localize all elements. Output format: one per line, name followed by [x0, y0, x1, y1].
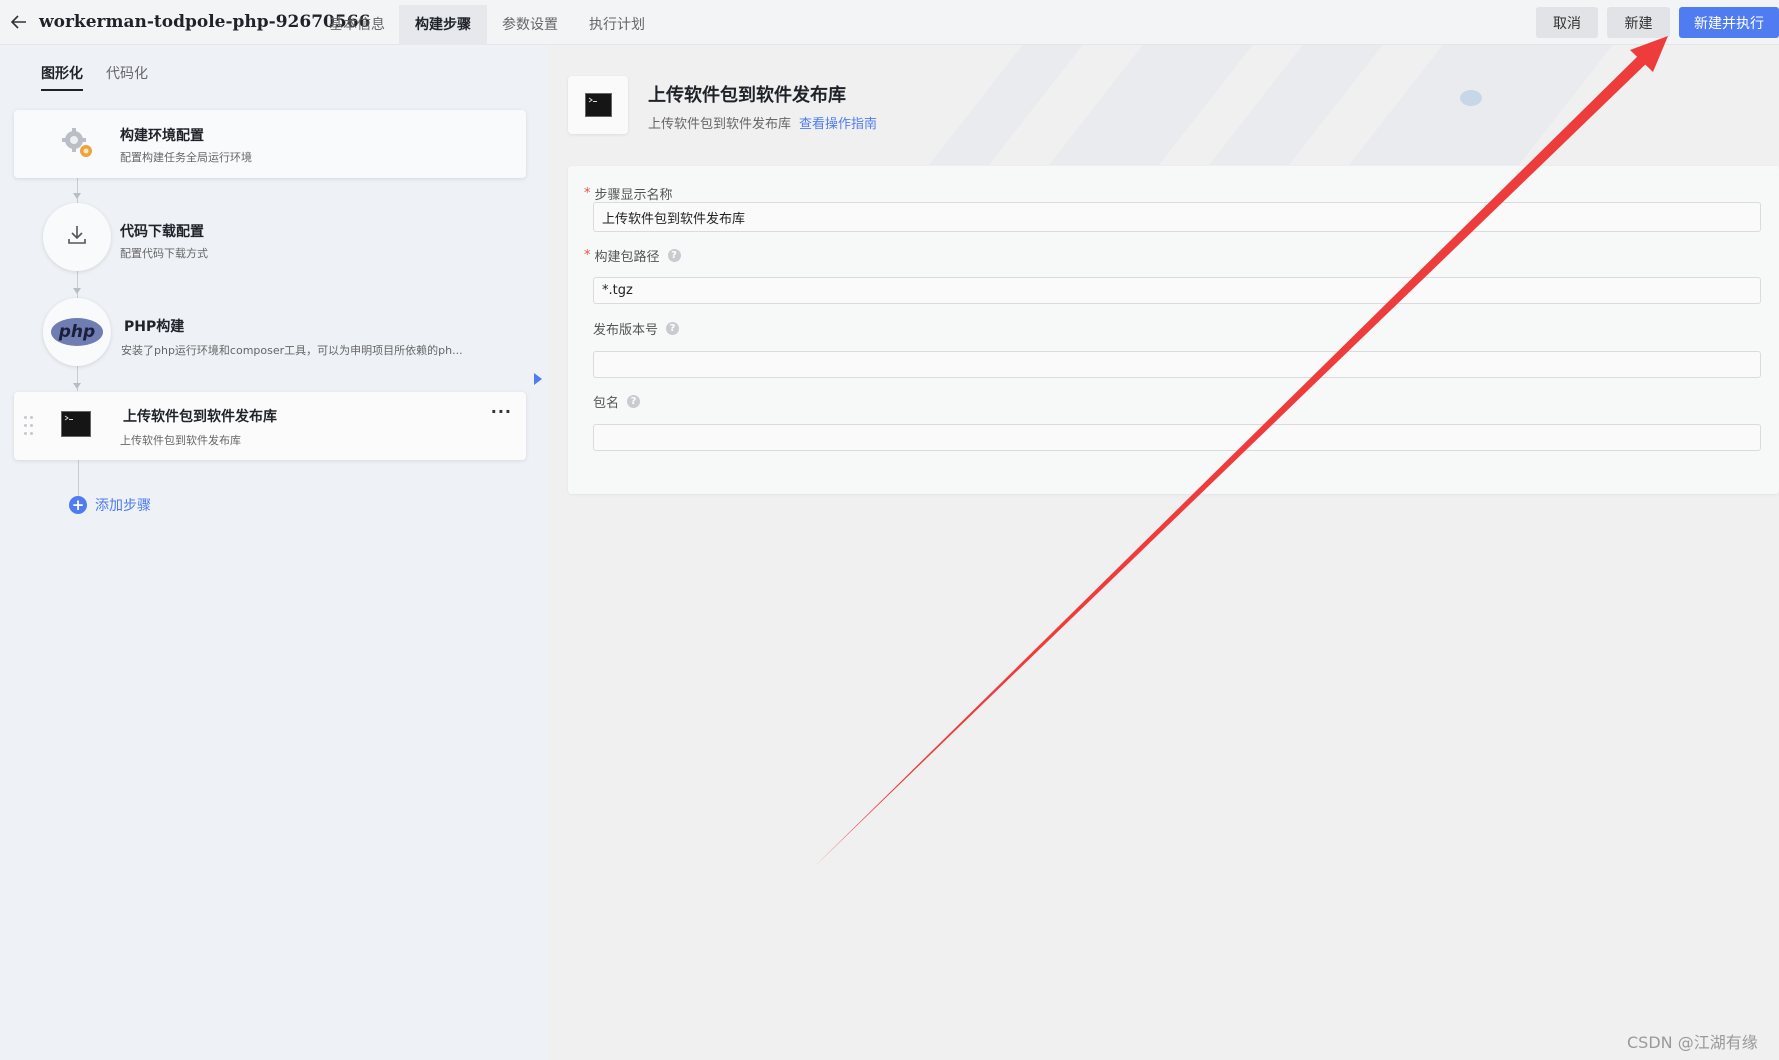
step-title: 构建环境配置: [120, 128, 204, 144]
field-label-step-name: * 步骤显示名称: [584, 184, 673, 203]
back-arrow-icon[interactable]: [8, 11, 30, 33]
selected-step-marker: [534, 373, 542, 385]
step-php-build[interactable]: php: [43, 298, 111, 366]
field-label-package-path: * 构建包路径 ?: [584, 246, 681, 265]
package-path-input[interactable]: [593, 277, 1761, 304]
tab-basic-info[interactable]: 基本信息: [313, 5, 401, 45]
subtab-graphical[interactable]: 图形化: [41, 63, 83, 91]
step-detail-panel: 上传软件包到软件发布库 上传软件包到软件发布库查看操作指南 * 步骤显示名称 *…: [548, 45, 1779, 1060]
field-label-package-name: 包名 ?: [593, 392, 641, 411]
terminal-icon: [584, 93, 612, 117]
step-build-env[interactable]: 构建环境配置 配置构建任务全局运行环境: [14, 110, 526, 178]
guide-link[interactable]: 查看操作指南: [799, 117, 877, 132]
drag-handle[interactable]: [24, 416, 34, 442]
new-button[interactable]: 新建: [1607, 7, 1670, 38]
watermark: CSDN @江湖有缘: [1627, 1033, 1758, 1052]
step-connector: [78, 460, 79, 498]
steps-panel: 图形化 代码化 构建环境配置 配置构建任务全局运行环境 代码下载配置 配置代码下…: [0, 45, 548, 1060]
subtab-code[interactable]: 代码化: [106, 63, 148, 83]
step-desc: 上传软件包到软件发布库: [120, 434, 241, 447]
connector-arrow: [73, 288, 81, 294]
tab-build-steps[interactable]: 构建步骤: [399, 5, 487, 45]
help-icon[interactable]: ?: [627, 395, 641, 408]
help-icon[interactable]: ?: [666, 322, 680, 335]
help-icon[interactable]: ?: [667, 249, 681, 262]
field-label-text: 构建包路径: [594, 250, 660, 265]
terminal-icon: [61, 411, 91, 437]
release-version-input[interactable]: [593, 351, 1761, 378]
step-name-input[interactable]: [593, 202, 1761, 232]
add-step-label: 添加步骤: [95, 498, 151, 514]
step-title: 上传软件包到软件发布库: [123, 409, 277, 425]
field-label-release-version: 发布版本号 ?: [593, 319, 680, 338]
more-options-icon[interactable]: ···: [491, 402, 512, 421]
plugin-title: 上传软件包到软件发布库: [648, 85, 846, 106]
step-desc: 配置构建任务全局运行环境: [120, 151, 252, 164]
tab-schedule[interactable]: 执行计划: [573, 5, 661, 45]
php-logo-icon: php: [51, 318, 103, 346]
step-title: PHP构建: [124, 319, 185, 335]
step-config-form: * 步骤显示名称 * 构建包路径 ? 发布版本号 ? 包名 ?: [568, 166, 1779, 494]
step-code-download[interactable]: [43, 203, 111, 271]
add-step-button[interactable]: + 添加步骤: [69, 495, 151, 515]
tab-parameters[interactable]: 参数设置: [486, 5, 574, 45]
step-upload-package[interactable]: 上传软件包到软件发布库 上传软件包到软件发布库 ···: [14, 392, 526, 460]
connector-arrow: [73, 383, 81, 389]
required-mark: *: [584, 186, 591, 201]
top-bar: workerman-todpole-php-92670566 基本信息 构建步骤…: [0, 0, 1779, 45]
step-desc: 安装了php运行环境和composer工具，可以为申明项目所依赖的ph...: [121, 344, 463, 357]
plus-icon: +: [69, 496, 87, 514]
gear-icon: [60, 125, 96, 161]
required-mark: *: [584, 248, 591, 263]
new-and-run-button[interactable]: 新建并执行: [1679, 7, 1779, 38]
field-label-text: 包名: [593, 396, 620, 411]
step-desc: 配置代码下载方式: [120, 247, 208, 260]
plugin-desc-text: 上传软件包到软件发布库: [648, 117, 792, 132]
cancel-button[interactable]: 取消: [1536, 7, 1598, 38]
plugin-icon: [568, 76, 628, 134]
field-label-text: 发布版本号: [593, 323, 659, 338]
download-icon: [66, 224, 88, 250]
connector-arrow: [73, 193, 81, 199]
field-label-text: 步骤显示名称: [594, 188, 673, 203]
step-title: 代码下载配置: [120, 224, 204, 240]
package-name-input[interactable]: [593, 424, 1761, 451]
plugin-description: 上传软件包到软件发布库 查看操作指南: [648, 113, 877, 132]
